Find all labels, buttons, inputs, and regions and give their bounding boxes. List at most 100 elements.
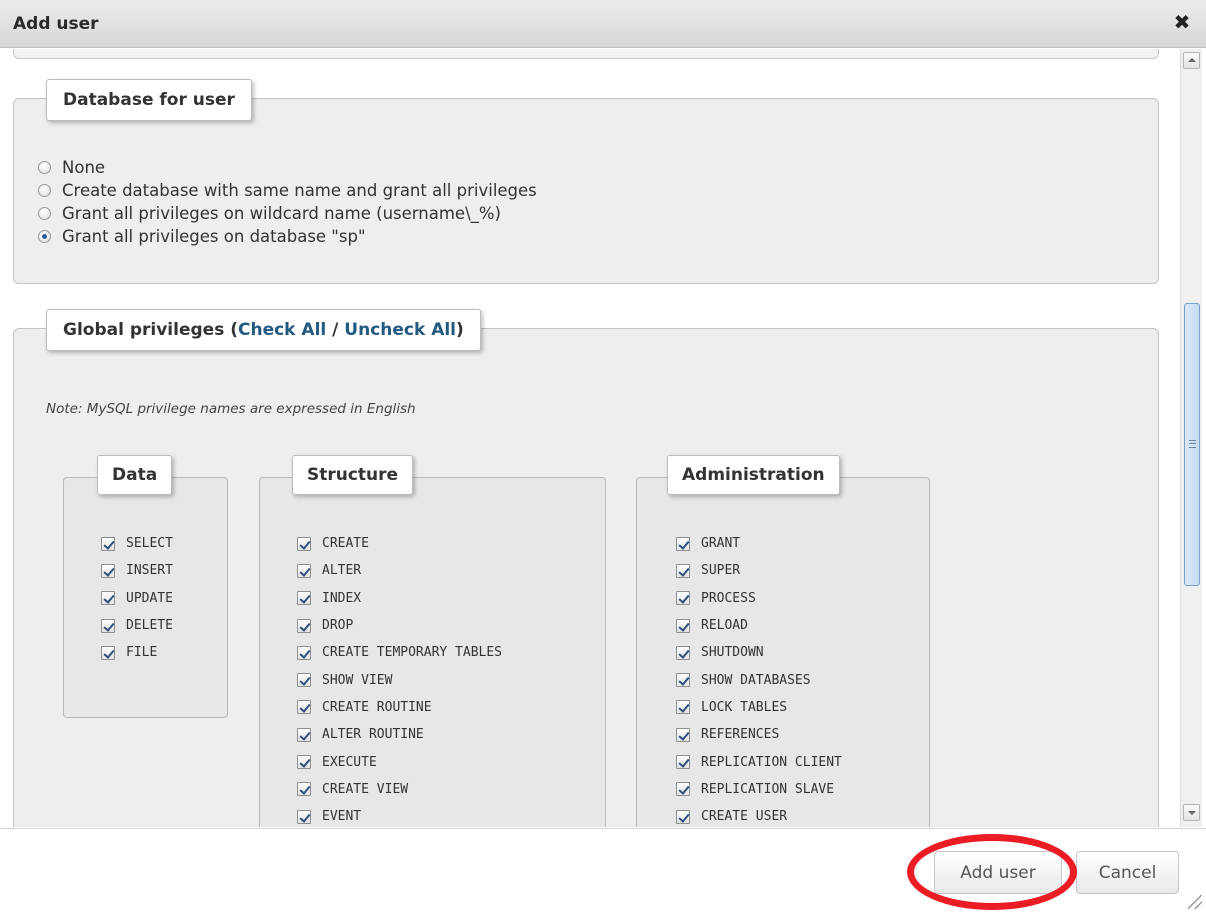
- dialog-scroll-area: Database for user None Create database w…: [0, 49, 1180, 827]
- privilege-checkbox-row[interactable]: RELOAD: [676, 612, 842, 639]
- privilege-checkbox-row[interactable]: DROP: [297, 612, 502, 639]
- legend-separator: /: [326, 320, 345, 340]
- vertical-scrollbar[interactable]: [1180, 49, 1202, 827]
- checkbox-checked[interactable]: [676, 536, 690, 551]
- privilege-label: DROP: [322, 618, 354, 634]
- checkbox-checked[interactable]: [676, 727, 690, 742]
- radio-button[interactable]: [38, 184, 51, 197]
- privilege-checkbox-row[interactable]: EVENT: [297, 803, 502, 827]
- radio-option-none[interactable]: None: [38, 156, 537, 179]
- privilege-checkbox-row[interactable]: SHUTDOWN: [676, 639, 842, 666]
- radio-button-selected[interactable]: [38, 230, 51, 243]
- privilege-checkbox-row[interactable]: REFERENCES: [676, 721, 842, 748]
- checkbox-checked[interactable]: [297, 536, 311, 551]
- privilege-checkbox-row[interactable]: PROCESS: [676, 585, 842, 612]
- checkbox-checked[interactable]: [676, 809, 690, 824]
- privilege-label: INDEX: [322, 590, 362, 606]
- checkbox-checked[interactable]: [676, 618, 690, 633]
- privilege-checkbox-row[interactable]: REPLICATION CLIENT: [676, 748, 842, 775]
- privilege-checkbox-row[interactable]: SHOW VIEW: [297, 666, 502, 693]
- checkbox-checked[interactable]: [676, 645, 690, 660]
- data-checkbox-list: SELECT INSERT UPDATE DELETE FILE: [101, 530, 173, 666]
- global-privileges-fieldset: Global privileges (Check All / Uncheck A…: [13, 309, 1159, 827]
- privilege-checkbox-row[interactable]: CREATE ROUTINE: [297, 694, 502, 721]
- scroll-down-arrow-icon[interactable]: [1183, 804, 1200, 821]
- privilege-label: CREATE ROUTINE: [322, 699, 432, 715]
- uncheck-all-link[interactable]: Uncheck All: [344, 320, 456, 340]
- privilege-checkbox-row[interactable]: ALTER ROUTINE: [297, 721, 502, 748]
- privilege-checkbox-row[interactable]: CREATE USER: [676, 803, 842, 827]
- privilege-checkbox-row[interactable]: GRANT: [676, 530, 842, 557]
- scrollbar-thumb[interactable]: [1184, 303, 1200, 586]
- privilege-checkbox-row[interactable]: CREATE: [297, 530, 502, 557]
- privilege-label: DELETE: [126, 618, 173, 634]
- privilege-checkbox-row[interactable]: SHOW DATABASES: [676, 666, 842, 693]
- database-for-user-legend: Database for user: [46, 79, 252, 121]
- radio-label: None: [62, 158, 106, 177]
- dialog-footer: Add user Cancel: [0, 828, 1206, 913]
- privilege-checkbox-row[interactable]: FILE: [101, 639, 173, 666]
- dialog-titlebar[interactable]: Add user ✖: [0, 0, 1206, 48]
- cancel-button[interactable]: Cancel: [1076, 851, 1179, 894]
- radio-button[interactable]: [38, 161, 51, 174]
- checkbox-checked[interactable]: [676, 755, 690, 770]
- radio-option-wildcard[interactable]: Grant all privileges on wildcard name (u…: [38, 202, 537, 225]
- checkbox-checked[interactable]: [101, 591, 115, 606]
- privilege-checkbox-row[interactable]: SELECT: [101, 530, 173, 557]
- privilege-checkbox-row[interactable]: INDEX: [297, 585, 502, 612]
- privilege-checkbox-row[interactable]: ALTER: [297, 557, 502, 584]
- checkbox-checked[interactable]: [101, 645, 115, 660]
- radio-label: Grant all privileges on wildcard name (u…: [62, 204, 501, 223]
- administration-checkbox-list: GRANT SUPER PROCESS RELOAD SHUTDOWN SHOW DATA…: [676, 530, 842, 827]
- privilege-checkbox-row[interactable]: CREATE TEMPORARY TABLES: [297, 639, 502, 666]
- radio-label: Create database with same name and grant…: [62, 181, 537, 200]
- checkbox-checked[interactable]: [297, 591, 311, 606]
- checkbox-checked[interactable]: [676, 563, 690, 578]
- checkbox-checked[interactable]: [297, 645, 311, 660]
- radio-option-create-database[interactable]: Create database with same name and grant…: [38, 179, 537, 202]
- checkbox-checked[interactable]: [297, 782, 311, 797]
- add-user-button[interactable]: Add user: [934, 851, 1062, 894]
- resize-grip-icon[interactable]: [1188, 895, 1202, 909]
- structure-checkbox-list: CREATE ALTER INDEX DROP CREATE TEMPORARY TAB…: [297, 530, 502, 827]
- checkbox-checked[interactable]: [101, 536, 115, 551]
- checkbox-checked[interactable]: [297, 563, 311, 578]
- checkbox-checked[interactable]: [297, 727, 311, 742]
- check-all-link[interactable]: Check All: [238, 320, 326, 340]
- checkbox-checked[interactable]: [676, 782, 690, 797]
- checkbox-checked[interactable]: [297, 700, 311, 715]
- scroll-up-arrow-icon[interactable]: [1183, 52, 1200, 69]
- checkbox-checked[interactable]: [676, 673, 690, 688]
- privilege-checkbox-row[interactable]: LOCK TABLES: [676, 694, 842, 721]
- privilege-checkbox-row[interactable]: INSERT: [101, 557, 173, 584]
- privilege-checkbox-row[interactable]: SUPER: [676, 557, 842, 584]
- privilege-checkbox-row[interactable]: DELETE: [101, 612, 173, 639]
- dialog-title: Add user: [13, 14, 99, 34]
- administration-privileges-group: Administration GRANT SUPER PROCESS RELOAD SH…: [636, 455, 930, 827]
- checkbox-checked[interactable]: [297, 809, 311, 824]
- privilege-note: Note: MySQL privilege names are expresse…: [46, 401, 416, 417]
- structure-privileges-group: Structure CREATE ALTER INDEX DROP CREATE TEM…: [259, 455, 606, 827]
- checkbox-checked[interactable]: [101, 618, 115, 633]
- scrollbar-grip-icon: [1189, 440, 1196, 448]
- privilege-checkbox-row[interactable]: UPDATE: [101, 585, 173, 612]
- data-privileges-group: Data SELECT INSERT UPDATE DELETE FILE: [63, 455, 228, 718]
- close-icon[interactable]: ✖: [1172, 12, 1192, 32]
- privilege-checkbox-row[interactable]: REPLICATION SLAVE: [676, 776, 842, 803]
- checkbox-checked[interactable]: [297, 673, 311, 688]
- privilege-label: LOCK TABLES: [701, 699, 788, 715]
- checkbox-checked[interactable]: [101, 563, 115, 578]
- privilege-label: REPLICATION SLAVE: [701, 781, 835, 797]
- checkbox-checked[interactable]: [676, 700, 690, 715]
- legend-suffix: ): [456, 320, 464, 340]
- privilege-checkbox-row[interactable]: EXECUTE: [297, 748, 502, 775]
- checkbox-checked[interactable]: [297, 755, 311, 770]
- checkbox-checked[interactable]: [676, 591, 690, 606]
- privilege-checkbox-row[interactable]: CREATE VIEW: [297, 776, 502, 803]
- radio-button[interactable]: [38, 207, 51, 220]
- privilege-label: SHOW DATABASES: [701, 672, 811, 688]
- data-group-legend: Data: [97, 455, 173, 495]
- checkbox-checked[interactable]: [297, 618, 311, 633]
- privilege-label: FILE: [126, 645, 158, 661]
- radio-option-database-sp[interactable]: Grant all privileges on database "sp": [38, 225, 537, 248]
